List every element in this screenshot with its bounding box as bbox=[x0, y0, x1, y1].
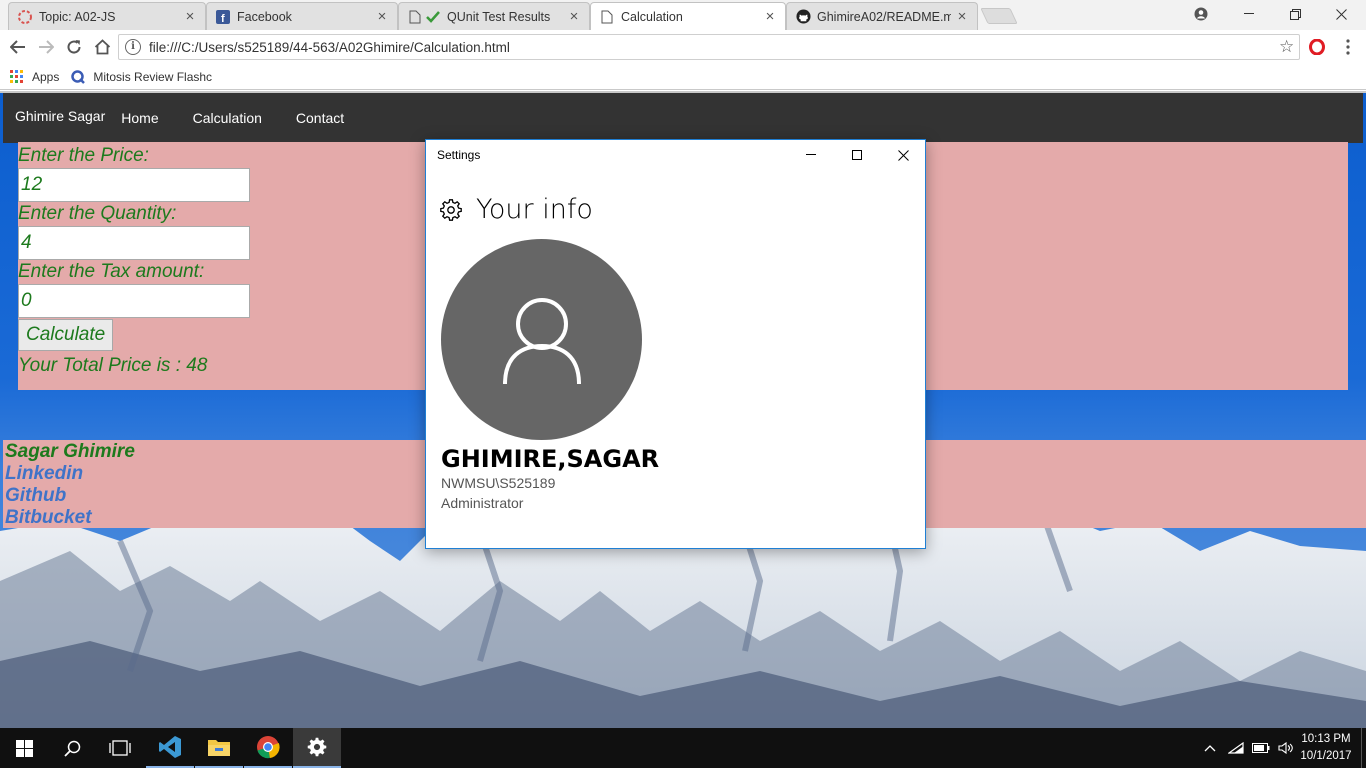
check-icon bbox=[425, 9, 441, 25]
tab-strip: Topic: A02-JS × f Facebook × QUnit Test … bbox=[0, 0, 1366, 31]
minimize-button[interactable] bbox=[1226, 0, 1272, 28]
nav-link-calculation[interactable]: Calculation bbox=[193, 110, 262, 126]
settings-close-button[interactable] bbox=[880, 140, 925, 170]
close-tab-icon[interactable]: × bbox=[567, 9, 581, 24]
close-tab-icon[interactable]: × bbox=[763, 9, 777, 24]
close-window-button[interactable] bbox=[1318, 0, 1364, 28]
user-role: Administrator bbox=[441, 495, 524, 511]
tab-title: GhimireA02/README.md bbox=[817, 9, 951, 24]
vscode-icon bbox=[158, 735, 182, 759]
user-account: NWMSU\S525189 bbox=[441, 475, 556, 491]
tab-title: Topic: A02-JS bbox=[39, 9, 116, 24]
avatar[interactable] bbox=[441, 239, 642, 440]
user-icon bbox=[502, 294, 582, 386]
nav-link-home[interactable]: Home bbox=[121, 110, 158, 126]
site-brand[interactable]: Ghimire Sagar bbox=[15, 108, 105, 124]
loading-icon bbox=[17, 9, 33, 25]
restore-button[interactable] bbox=[1272, 0, 1318, 28]
github-icon bbox=[795, 9, 811, 25]
settings-minimize-button[interactable] bbox=[788, 140, 834, 170]
tab-facebook[interactable]: f Facebook × bbox=[206, 2, 398, 30]
taskbar-file-explorer[interactable] bbox=[195, 728, 243, 768]
chevron-up-icon[interactable] bbox=[1204, 744, 1216, 752]
svg-text:f: f bbox=[221, 13, 225, 24]
facebook-icon: f bbox=[215, 9, 231, 25]
gear-icon bbox=[307, 737, 327, 757]
system-tray bbox=[1204, 728, 1302, 768]
tax-input[interactable] bbox=[18, 284, 250, 318]
folder-icon bbox=[207, 737, 231, 757]
page-icon bbox=[599, 9, 615, 25]
clock-date: 10/1/2017 bbox=[1300, 750, 1352, 762]
tab-title: Calculation bbox=[621, 10, 683, 24]
task-view-button[interactable] bbox=[96, 728, 144, 768]
reload-icon[interactable] bbox=[62, 35, 86, 59]
clock-time: 10:13 PM bbox=[1301, 733, 1351, 745]
tab-qunit[interactable]: QUnit Test Results × bbox=[398, 2, 590, 30]
url-text: file:///C:/Users/s525189/44-563/A02Ghimi… bbox=[149, 39, 510, 55]
bookmarks-bar: Apps Mitosis Review Flashc bbox=[0, 64, 1366, 90]
task-view-icon bbox=[109, 740, 131, 756]
settings-window-title: Settings bbox=[437, 148, 481, 162]
close-tab-icon[interactable]: × bbox=[955, 9, 969, 24]
taskbar-chrome[interactable] bbox=[244, 728, 292, 768]
info-icon[interactable]: i bbox=[125, 39, 141, 55]
create-picture-heading-clipped bbox=[441, 538, 601, 548]
close-tab-icon[interactable]: × bbox=[375, 9, 389, 24]
taskbar-visual-studio-code[interactable] bbox=[146, 728, 194, 768]
user-display-name: GHIMIRE,SAGAR bbox=[441, 445, 660, 473]
start-button[interactable] bbox=[0, 728, 48, 768]
forward-arrow-icon[interactable] bbox=[34, 35, 58, 59]
bookmark-label: Apps bbox=[32, 69, 60, 84]
address-bar[interactable]: i file:///C:/Users/s525189/44-563/A02Ghi… bbox=[118, 34, 1300, 60]
bookmark-star-icon[interactable]: ☆ bbox=[1279, 37, 1299, 57]
page-icon bbox=[407, 9, 423, 25]
search-button[interactable] bbox=[48, 728, 96, 768]
profile-icon[interactable] bbox=[1178, 0, 1224, 28]
settings-window: Settings Your info GHIMIRE,SAGAR NWMSU\S… bbox=[425, 139, 926, 549]
show-desktop-button[interactable] bbox=[1361, 728, 1366, 768]
close-tab-icon[interactable]: × bbox=[183, 9, 197, 24]
chrome-icon bbox=[256, 735, 280, 759]
tab-github-readme[interactable]: GhimireA02/README.md × bbox=[786, 2, 978, 30]
bookmark-label: Mitosis Review Flashc bbox=[93, 69, 213, 84]
tab-title: Facebook bbox=[237, 9, 292, 24]
quantity-input[interactable] bbox=[18, 226, 250, 260]
quizlet-icon bbox=[71, 69, 86, 84]
menu-icon[interactable] bbox=[1336, 35, 1360, 59]
tab-title: QUnit Test Results bbox=[447, 9, 551, 24]
home-icon[interactable] bbox=[90, 35, 114, 59]
back-arrow-icon[interactable] bbox=[6, 35, 30, 59]
search-icon bbox=[63, 740, 81, 757]
site-navbar: Ghimire Sagar Home Calculation Contact bbox=[3, 93, 1363, 143]
wifi-icon[interactable] bbox=[1228, 742, 1244, 754]
tab-topic-a02-js[interactable]: Topic: A02-JS × bbox=[8, 2, 206, 30]
nav-link-contact[interactable]: Contact bbox=[296, 110, 344, 126]
price-input[interactable] bbox=[18, 168, 250, 202]
battery-icon[interactable] bbox=[1252, 743, 1270, 753]
new-tab-button[interactable] bbox=[980, 8, 1018, 24]
settings-maximize-button[interactable] bbox=[834, 140, 880, 170]
taskbar-clock[interactable]: 10:13 PM 10/1/2017 bbox=[1292, 731, 1360, 765]
gear-icon bbox=[440, 198, 462, 221]
bookmark-apps[interactable]: Apps bbox=[10, 69, 60, 84]
tab-calculation[interactable]: Calculation × bbox=[590, 2, 786, 31]
taskbar: 10:13 PM 10/1/2017 bbox=[0, 728, 1366, 768]
apps-grid-icon bbox=[10, 69, 24, 84]
calculate-button[interactable]: Calculate bbox=[18, 319, 114, 351]
browser-toolbar: i file:///C:/Users/s525189/44-563/A02Ghi… bbox=[0, 30, 1366, 64]
taskbar-settings[interactable] bbox=[293, 728, 341, 768]
settings-heading-text: Your info bbox=[476, 194, 593, 225]
opera-icon[interactable] bbox=[1305, 35, 1329, 59]
windows-logo-icon bbox=[15, 739, 33, 757]
bookmark-mitosis[interactable]: Mitosis Review Flashc bbox=[71, 70, 212, 84]
settings-heading: Your info bbox=[440, 194, 593, 225]
